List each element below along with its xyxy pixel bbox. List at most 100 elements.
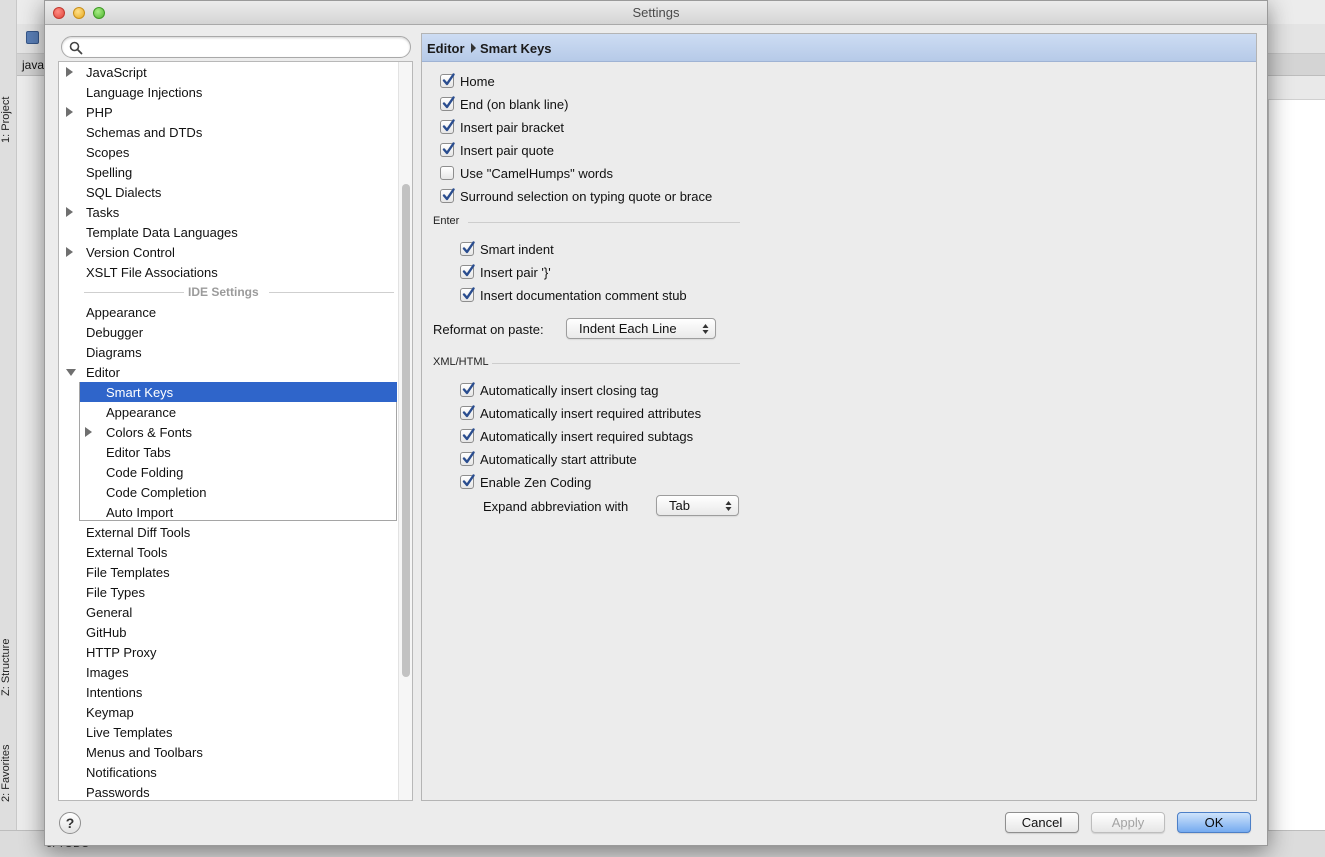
tree-item-template-data-languages[interactable]: Template Data Languages <box>59 222 398 242</box>
checkbox-checked-icon[interactable] <box>460 405 475 420</box>
tree-item-label: External Tools <box>86 545 168 560</box>
tree-item-notifications[interactable]: Notifications <box>59 762 398 782</box>
tree-item-label: Keymap <box>86 705 134 720</box>
tree-item-language-injections[interactable]: Language Injections <box>59 82 398 102</box>
tree-item-label: Tasks <box>86 205 120 220</box>
collapsed-arrow-icon[interactable] <box>66 207 73 217</box>
tree-item-scopes[interactable]: Scopes <box>59 142 398 162</box>
collapsed-arrow-icon[interactable] <box>85 427 92 437</box>
tree-item-spelling[interactable]: Spelling <box>59 162 398 182</box>
breadcrumb-separator-icon <box>471 43 476 53</box>
tree-item-php[interactable]: PHP <box>59 102 398 122</box>
tree-item-appearance[interactable]: Appearance <box>59 302 398 322</box>
tree-item-editor[interactable]: Editor <box>59 362 398 382</box>
ide-settings-section-header: IDE Settings <box>59 282 398 302</box>
tree-item-label: Spelling <box>86 165 133 180</box>
ide-editor-header <box>1268 76 1325 100</box>
tree-item-external-tools[interactable]: External Tools <box>59 542 398 562</box>
project-tool-window-button[interactable]: 1: Project <box>0 84 14 156</box>
reformat-on-paste-select[interactable]: Indent Each Line <box>566 318 716 339</box>
checkbox-unchecked-icon[interactable] <box>440 166 454 180</box>
checkbox-checked-icon[interactable] <box>440 96 455 111</box>
tree-item-passwords[interactable]: Passwords <box>59 782 398 800</box>
checkbox-checked-icon[interactable] <box>460 474 475 489</box>
xml-html-group-divider <box>492 363 740 364</box>
tree-item-http-proxy[interactable]: HTTP Proxy <box>59 642 398 662</box>
tree-item-diagrams[interactable]: Diagrams <box>59 342 398 362</box>
collapsed-arrow-icon[interactable] <box>66 67 73 77</box>
checkbox-checked-icon[interactable] <box>460 428 475 443</box>
structure-tool-window-button[interactable]: Z: Structure <box>0 624 14 710</box>
apply-button[interactable]: Apply <box>1091 812 1165 833</box>
tree-item-external-diff-tools[interactable]: External Diff Tools <box>59 522 398 542</box>
help-button[interactable]: ? <box>59 812 81 834</box>
checkbox-checked-icon[interactable] <box>440 119 455 134</box>
tree-item-label: Passwords <box>86 785 150 800</box>
tree-item-javascript[interactable]: JavaScript <box>59 62 398 82</box>
tree-item-sql-dialects[interactable]: SQL Dialects <box>59 182 398 202</box>
title-bar: Settings <box>45 1 1267 25</box>
expand-abbreviation-select[interactable]: Tab <box>656 495 739 516</box>
cancel-button[interactable]: Cancel <box>1005 812 1079 833</box>
tree-item-label: Live Templates <box>86 725 173 740</box>
tree-item-label: General <box>86 605 133 620</box>
tree-item-file-types[interactable]: File Types <box>59 582 398 602</box>
tree-item-label: Notifications <box>86 765 157 780</box>
tree-scroll-thumb[interactable] <box>402 184 410 677</box>
settings-search-box[interactable] <box>61 36 411 58</box>
tree-item-code-completion[interactable]: Code Completion <box>59 482 398 502</box>
tree-item-general[interactable]: General <box>59 602 398 622</box>
tree-item-code-folding[interactable]: Code Folding <box>59 462 398 482</box>
search-input[interactable] <box>86 39 404 55</box>
tree-item-intentions[interactable]: Intentions <box>59 682 398 702</box>
tree-item-debugger[interactable]: Debugger <box>59 322 398 342</box>
checkbox-label: Insert pair bracket <box>460 120 565 135</box>
tree-item-editor-tabs[interactable]: Editor Tabs <box>59 442 398 462</box>
tree-item-label: Template Data Languages <box>86 225 238 240</box>
checkbox-label: Enable Zen Coding <box>480 475 592 490</box>
tree-item-tasks[interactable]: Tasks <box>59 202 398 222</box>
collapsed-arrow-icon[interactable] <box>66 107 73 117</box>
tree-item-colors-fonts[interactable]: Colors & Fonts <box>59 422 398 442</box>
tree-item-label: HTTP Proxy <box>86 645 157 660</box>
favorites-tool-window-button[interactable]: 2: Favorites <box>0 730 14 816</box>
checkbox-label: Automatically insert required subtags <box>480 429 694 444</box>
checkbox-checked-icon[interactable] <box>460 382 475 397</box>
tree-item-schemas-and-dtds[interactable]: Schemas and DTDs <box>59 122 398 142</box>
reformat-on-paste-value: Indent Each Line <box>579 321 677 336</box>
tree-item-file-templates[interactable]: File Templates <box>59 562 398 582</box>
ok-button[interactable]: OK <box>1177 812 1251 833</box>
checkbox-checked-icon[interactable] <box>440 188 455 203</box>
tree-item-version-control[interactable]: Version Control <box>59 242 398 262</box>
collapsed-arrow-icon[interactable] <box>66 247 73 257</box>
tree-item-images[interactable]: Images <box>59 662 398 682</box>
tree-item-label: Code Folding <box>106 465 184 480</box>
tree-item-label: File Templates <box>86 565 170 580</box>
tree-item-label: Scopes <box>86 145 130 160</box>
ide-tab-label[interactable]: java <box>22 58 44 72</box>
tree-item-menus-and-toolbars[interactable]: Menus and Toolbars <box>59 742 398 762</box>
expanded-arrow-icon[interactable] <box>66 369 76 376</box>
tree-item-github[interactable]: GitHub <box>59 622 398 642</box>
tree-item-label: XSLT File Associations <box>86 265 218 280</box>
tree-item-auto-import[interactable]: Auto Import <box>59 502 398 522</box>
tree-scrollbar[interactable] <box>398 62 412 800</box>
checkbox-checked-icon[interactable] <box>460 451 475 466</box>
tree-item-label: Debugger <box>86 325 144 340</box>
tree-item-appearance[interactable]: Appearance <box>59 402 398 422</box>
checkbox-checked-icon[interactable] <box>440 73 455 88</box>
checkbox-checked-icon[interactable] <box>440 142 455 157</box>
tree-item-label: Code Completion <box>106 485 207 500</box>
tree-item-smart-keys[interactable]: Smart Keys <box>80 382 397 402</box>
enter-group-title: Enter <box>433 215 460 227</box>
tree-item-keymap[interactable]: Keymap <box>59 702 398 722</box>
tree-item-label: Version Control <box>86 245 175 260</box>
tree-item-label: Auto Import <box>106 505 174 520</box>
checkbox-checked-icon[interactable] <box>460 287 475 302</box>
checkbox-checked-icon[interactable] <box>460 241 475 256</box>
tree-item-label: Appearance <box>106 405 177 420</box>
tree-item-xslt-file-associations[interactable]: XSLT File Associations <box>59 262 398 282</box>
checkbox-checked-icon[interactable] <box>460 264 475 279</box>
search-icon <box>69 41 83 55</box>
tree-item-live-templates[interactable]: Live Templates <box>59 722 398 742</box>
